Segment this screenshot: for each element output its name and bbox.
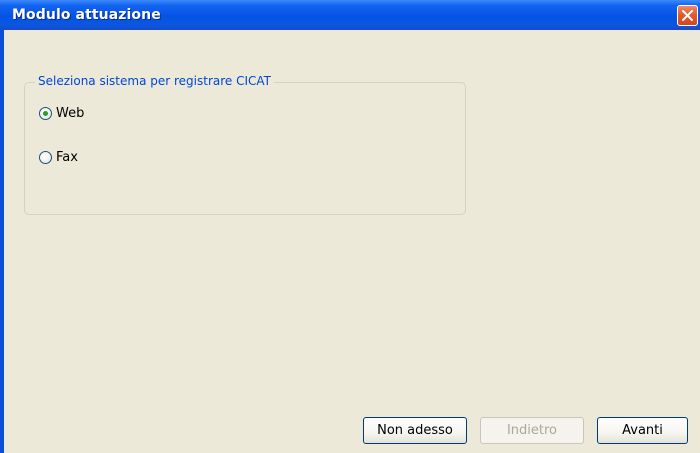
- radio-fax-label[interactable]: Fax: [56, 150, 78, 165]
- radio-selected-dot: [43, 111, 48, 116]
- radio-web[interactable]: Web: [39, 106, 84, 121]
- registration-system-group: Seleziona sistema per registrare CICAT W…: [24, 74, 466, 215]
- dialog-window: Modulo attuazione Seleziona sistema per …: [0, 0, 700, 453]
- title-bar[interactable]: Modulo attuazione: [0, 0, 700, 30]
- group-caption: Seleziona sistema per registrare CICAT: [35, 74, 275, 88]
- radio-fax[interactable]: Fax: [39, 150, 78, 165]
- close-button[interactable]: [677, 5, 698, 26]
- dialog-content: Seleziona sistema per registrare CICAT W…: [4, 30, 700, 453]
- radio-web-circle[interactable]: [39, 107, 52, 120]
- window-title: Modulo attuazione: [12, 7, 161, 23]
- radio-fax-circle[interactable]: [39, 151, 52, 164]
- next-button[interactable]: Avanti: [597, 417, 688, 444]
- not-now-button[interactable]: Non adesso: [363, 417, 467, 444]
- back-button[interactable]: Indietro: [480, 417, 584, 444]
- close-icon: [682, 10, 693, 21]
- radio-web-label[interactable]: Web: [56, 106, 84, 121]
